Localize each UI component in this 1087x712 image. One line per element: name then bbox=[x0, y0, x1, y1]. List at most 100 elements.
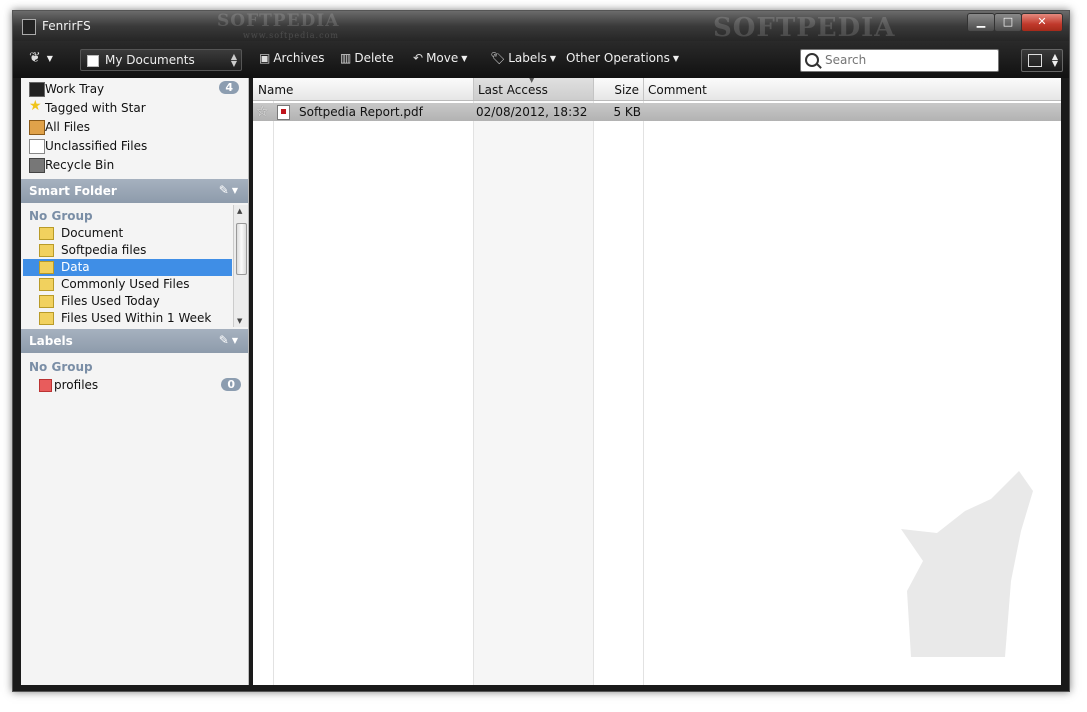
archives-label: Archives bbox=[273, 51, 325, 65]
label-name: profiles bbox=[54, 378, 99, 392]
document-icon bbox=[29, 139, 45, 154]
title-bar[interactable]: FenrirFS SOFTPEDIA www.softpedia.com SOF… bbox=[13, 11, 1069, 43]
view-mode-button[interactable]: ▲ ▼ bbox=[1021, 49, 1063, 72]
label-item-profiles[interactable]: profiles 0 bbox=[39, 377, 241, 394]
scroll-thumb[interactable] bbox=[236, 223, 247, 275]
undo-arrow-icon: ↶ bbox=[413, 51, 424, 65]
sidebar-item-work-tray[interactable]: Work Tray 4 bbox=[29, 80, 239, 99]
smart-folder-header[interactable]: Smart Folder ✎ ▼ bbox=[21, 179, 248, 203]
file-list: Name ▼ Last Access Size Comment ☆ Softpe… bbox=[253, 78, 1061, 685]
smart-folder-label: Softpedia files bbox=[61, 243, 147, 257]
location-selector[interactable]: My Documents ▲ ▼ bbox=[80, 49, 242, 71]
column-header-last-access[interactable]: ▼ Last Access bbox=[474, 78, 594, 100]
edit-icon[interactable]: ✎ ▼ bbox=[219, 183, 238, 197]
list-view-icon bbox=[1028, 54, 1042, 67]
smart-folder-item[interactable]: Files Used Within 1 Week bbox=[23, 310, 232, 327]
delete-label: Delete bbox=[354, 51, 394, 65]
sidebar-item-label: Work Tray bbox=[45, 82, 105, 96]
smart-folder-item[interactable]: Commonly Used Files bbox=[23, 276, 232, 293]
smart-folder-icon bbox=[39, 244, 54, 257]
tray-icon bbox=[29, 82, 45, 97]
column-label: Comment bbox=[648, 83, 707, 97]
section-title: Labels bbox=[29, 334, 73, 348]
recycle-bin-icon bbox=[29, 158, 45, 173]
smart-folder-icon bbox=[39, 312, 54, 325]
other-operations-button[interactable]: Other Operations ▼ bbox=[566, 51, 679, 65]
smart-folder-label: Commonly Used Files bbox=[61, 277, 190, 291]
star-toggle-icon[interactable]: ☆ bbox=[256, 104, 269, 120]
pdf-file-icon bbox=[277, 105, 290, 120]
sidebar-item-recycle-bin[interactable]: Recycle Bin bbox=[29, 156, 239, 175]
sidebar-item-label: Recycle Bin bbox=[45, 158, 115, 172]
label-color-swatch bbox=[39, 379, 52, 392]
smart-folder-item[interactable]: Files Used Today bbox=[23, 293, 232, 310]
group-heading: No Group bbox=[29, 360, 93, 374]
toolbar: ❦ ▼ My Documents ▲ ▼ ▣ Archives ▥ Delete ↶ Mo… bbox=[13, 41, 1069, 78]
delete-button[interactable]: ▥ Delete bbox=[340, 51, 394, 65]
smart-folder-item[interactable]: Document bbox=[23, 225, 232, 242]
file-size: 5 KB bbox=[613, 105, 641, 119]
labels-header[interactable]: Labels ✎ ▼ bbox=[21, 329, 248, 353]
smart-folder-label: Files Used Today bbox=[61, 294, 160, 308]
sidebar-item-unclassified-files[interactable]: Unclassified Files bbox=[29, 137, 239, 156]
file-last-access: 02/08/2012, 18:32 bbox=[476, 105, 588, 119]
column-header-row: Name ▼ Last Access Size Comment bbox=[253, 78, 1061, 101]
archive-icon: ▣ bbox=[259, 51, 271, 65]
column-label: Name bbox=[258, 83, 294, 97]
spinner-icon: ▲ ▼ bbox=[1051, 52, 1058, 68]
sorted-column-band bbox=[473, 100, 593, 685]
folder-icon bbox=[87, 55, 99, 67]
app-window: FenrirFS SOFTPEDIA www.softpedia.com SOF… bbox=[12, 10, 1070, 692]
smart-folder-icon bbox=[39, 261, 54, 274]
column-header-name[interactable]: Name bbox=[253, 78, 474, 100]
scroll-down-icon[interactable]: ▼ bbox=[237, 317, 242, 325]
move-label: Move bbox=[426, 51, 459, 65]
labels-label: Labels bbox=[508, 51, 547, 65]
search-icon bbox=[805, 53, 819, 67]
smart-folder-label: Files Used Within 1 Week bbox=[61, 311, 212, 325]
tag-icon: 🏷 bbox=[490, 51, 506, 65]
file-name: Softpedia Report.pdf bbox=[299, 105, 423, 119]
search-input[interactable] bbox=[823, 52, 995, 68]
trash-icon: ▥ bbox=[340, 51, 352, 65]
column-header-comment[interactable]: Comment bbox=[644, 78, 1060, 100]
group-heading: No Group bbox=[29, 209, 93, 223]
search-box[interactable] bbox=[800, 49, 999, 72]
smart-folder-item[interactable]: Data bbox=[23, 259, 232, 276]
archives-button[interactable]: ▣ Archives bbox=[259, 51, 325, 65]
watermark-large: SOFTPEDIA bbox=[713, 13, 896, 43]
close-button[interactable]: ✕ bbox=[1021, 13, 1063, 32]
smart-folder-icon bbox=[39, 295, 54, 308]
sidebar-item-label: All Files bbox=[45, 120, 91, 134]
count-badge: 4 bbox=[219, 81, 239, 94]
smart-folder-icon bbox=[39, 227, 54, 240]
watermark-text: SOFTPEDIA bbox=[217, 11, 340, 31]
sidebar-item-label: Unclassified Files bbox=[45, 139, 148, 153]
location-label: My Documents bbox=[105, 53, 195, 67]
sidebar-item-label: Tagged with Star bbox=[45, 101, 146, 115]
watermark-url: www.softpedia.com bbox=[243, 31, 339, 40]
app-menu-button[interactable]: ❦ ▼ bbox=[29, 50, 53, 66]
smart-folder-scrollbar[interactable]: ▲ ▼ bbox=[233, 205, 248, 327]
window-title: FenrirFS bbox=[42, 19, 91, 33]
labels-button[interactable]: 🏷 Labels ▼ bbox=[490, 51, 556, 65]
move-button[interactable]: ↶ Move ▼ bbox=[413, 51, 467, 65]
sidebar-item-tagged-with-star[interactable]: ★ Tagged with Star bbox=[29, 98, 239, 118]
count-badge: 0 bbox=[221, 378, 241, 391]
smart-folder-label: Document bbox=[61, 226, 124, 240]
wolf-logo-icon bbox=[901, 471, 1033, 657]
other-operations-label: Other Operations bbox=[566, 51, 670, 65]
scroll-up-icon[interactable]: ▲ bbox=[237, 207, 242, 215]
column-label: Last Access bbox=[478, 83, 548, 97]
smart-folder-item[interactable]: Softpedia files bbox=[23, 242, 232, 259]
column-header-size[interactable]: Size bbox=[594, 78, 644, 100]
table-row[interactable]: ☆ Softpedia Report.pdf 02/08/2012, 18:32… bbox=[253, 103, 1061, 121]
wolf-menu-icon: ❦ bbox=[29, 50, 41, 66]
sidebar-item-all-files[interactable]: All Files bbox=[29, 118, 239, 137]
minimize-button[interactable]: ▁ bbox=[967, 13, 995, 32]
section-title: Smart Folder bbox=[29, 184, 117, 198]
spinner-icon: ▲ ▼ bbox=[230, 52, 237, 68]
smart-folder-icon bbox=[39, 278, 54, 291]
edit-icon[interactable]: ✎ ▼ bbox=[219, 333, 238, 347]
maximize-button[interactable]: □ bbox=[994, 13, 1022, 32]
